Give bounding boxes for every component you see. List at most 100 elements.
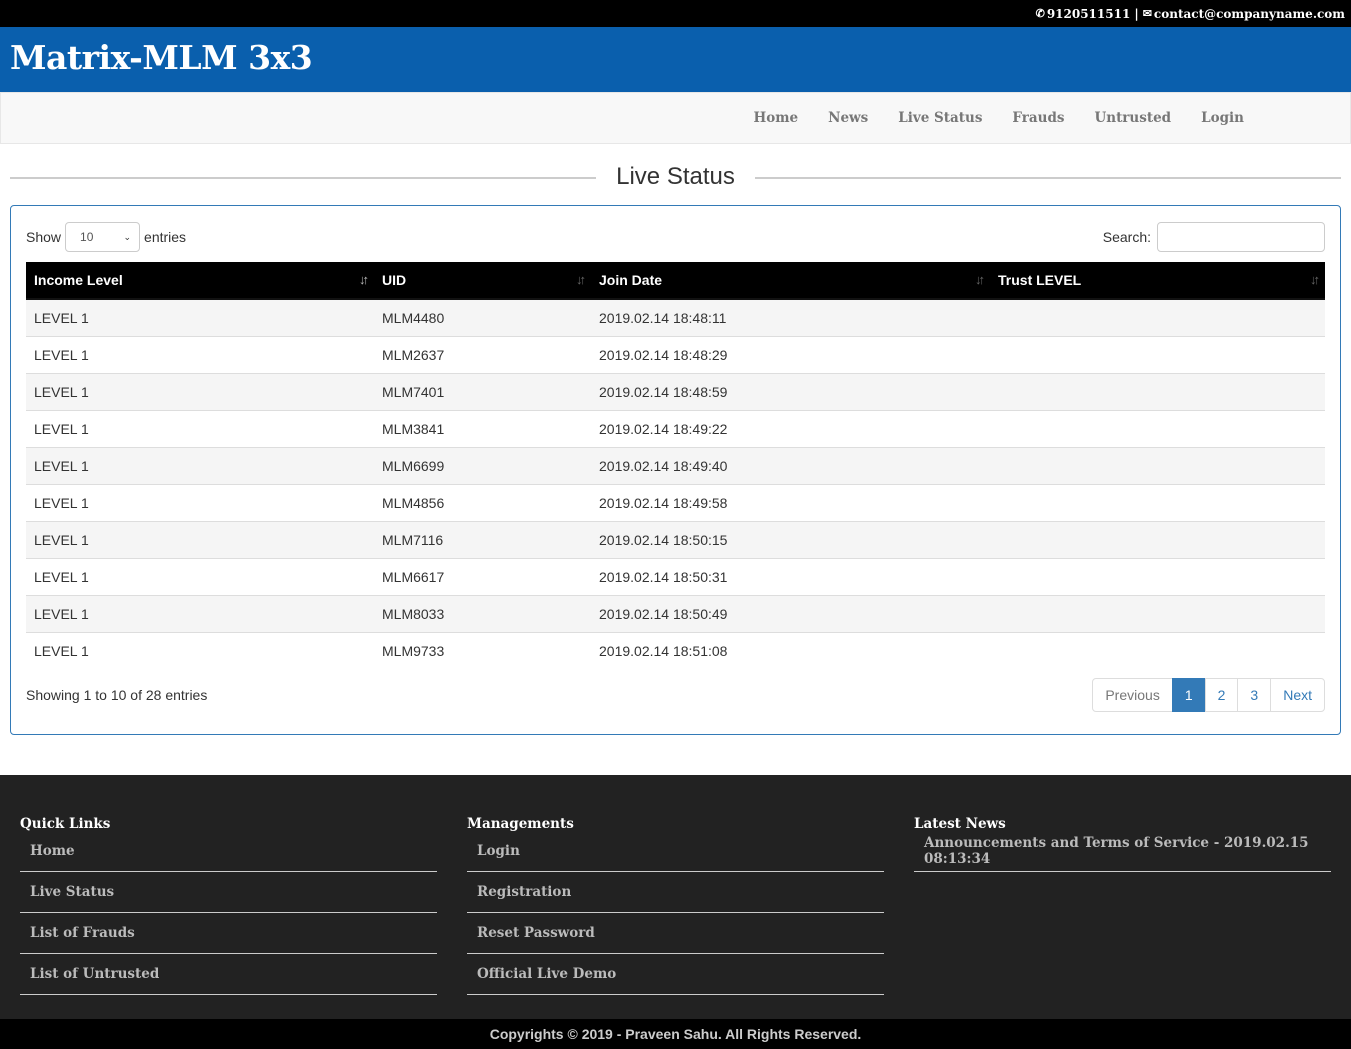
cell-join-date: 2019.02.14 18:50:31: [591, 557, 990, 595]
table-row: LEVEL 1 MLM9733 2019.02.14 18:51:08: [26, 631, 1325, 669]
cell-income-level: LEVEL 1: [26, 409, 374, 447]
footer-link-live-status[interactable]: Live Status: [20, 872, 437, 913]
pagination-page-2[interactable]: 2: [1204, 678, 1239, 712]
column-header-join-date[interactable]: Join Date ↓↑: [591, 262, 990, 300]
footer-link-reset-password[interactable]: Reset Password: [467, 913, 884, 954]
cell-uid: MLM7116: [374, 520, 591, 558]
column-header-label: Trust LEVEL: [998, 272, 1082, 288]
envelope-icon: ✉: [1142, 7, 1152, 20]
contact-separator: |: [1134, 6, 1139, 21]
footer-quick-links: Quick Links Home Live Status List of Fra…: [20, 816, 437, 995]
cell-trust-level: [990, 594, 1325, 632]
cell-trust-level: [990, 298, 1325, 336]
nav-login[interactable]: Login: [1201, 110, 1244, 126]
cell-join-date: 2019.02.14 18:48:59: [591, 372, 990, 410]
cell-income-level: LEVEL 1: [26, 446, 374, 484]
cell-income-level: LEVEL 1: [26, 483, 374, 521]
contact-email[interactable]: contact@companyname.com: [1154, 7, 1345, 21]
nav-untrusted[interactable]: Untrusted: [1094, 110, 1171, 126]
table-row: LEVEL 1 MLM7116 2019.02.14 18:50:15: [26, 520, 1325, 558]
entries-select-value: 10: [80, 230, 94, 244]
nav-news[interactable]: News: [828, 110, 868, 126]
cell-income-level: LEVEL 1: [26, 631, 374, 669]
cell-trust-level: [990, 483, 1325, 521]
cell-income-level: LEVEL 1: [26, 298, 374, 336]
column-header-uid[interactable]: UID ↓↑: [374, 262, 591, 300]
page-heading: Live Status: [10, 160, 1341, 196]
contact-phone: 9120511511: [1046, 6, 1131, 21]
cell-uid: MLM8033: [374, 594, 591, 632]
cell-uid: MLM6699: [374, 446, 591, 484]
table-row: LEVEL 1 MLM7401 2019.02.14 18:48:59: [26, 372, 1325, 410]
table-info: Showing 1 to 10 of 28 entries: [26, 687, 208, 703]
sort-icon: ↓↑: [576, 272, 586, 287]
heading-divider-right: [755, 177, 1341, 179]
cell-uid: MLM6617: [374, 557, 591, 595]
site-footer: Quick Links Home Live Status List of Fra…: [0, 775, 1351, 1019]
cell-join-date: 2019.02.14 18:50:49: [591, 594, 990, 632]
entries-select[interactable]: 10 ⌄: [65, 222, 141, 252]
cell-join-date: 2019.02.14 18:49:22: [591, 409, 990, 447]
cell-trust-level: [990, 409, 1325, 447]
column-header-label: Join Date: [599, 272, 663, 288]
pagination-previous[interactable]: Previous: [1092, 678, 1173, 712]
nav-home[interactable]: Home: [753, 110, 798, 126]
table-row: LEVEL 1 MLM6699 2019.02.14 18:49:40: [26, 446, 1325, 484]
pagination-page-3[interactable]: 3: [1237, 678, 1272, 712]
cell-uid: MLM2637: [374, 335, 591, 373]
brand-header: Matrix-MLM 3x3: [0, 27, 1351, 92]
cell-join-date: 2019.02.14 18:51:08: [591, 631, 990, 669]
nav-frauds[interactable]: Frauds: [1012, 110, 1064, 126]
cell-join-date: 2019.02.14 18:49:40: [591, 446, 990, 484]
show-label: Show: [26, 229, 62, 245]
cell-trust-level: [990, 372, 1325, 410]
footer-link-registration[interactable]: Registration: [467, 872, 884, 913]
main-navbar: Home News Live Status Frauds Untrusted L…: [0, 92, 1351, 144]
pagination-next[interactable]: Next: [1270, 678, 1325, 712]
live-status-table: Income Level ↓↑ UID ↓↑ Join Date ↓↑ Trust L…: [26, 262, 1325, 669]
column-header-trust-level[interactable]: Trust LEVEL ↓↑: [990, 262, 1325, 300]
footer-link-login[interactable]: Login: [467, 831, 884, 872]
footer-news-item[interactable]: Announcements and Terms of Service - 201…: [914, 831, 1331, 872]
search-control: Search:: [1103, 222, 1325, 252]
footer-managements: Managements Login Registration Reset Pas…: [467, 816, 884, 995]
cell-join-date: 2019.02.14 18:48:29: [591, 335, 990, 373]
table-row: LEVEL 1 MLM4480 2019.02.14 18:48:11: [26, 298, 1325, 336]
cell-trust-level: [990, 557, 1325, 595]
phone-icon: ✆: [1035, 7, 1045, 20]
sort-ascending-icon: ↓↑: [359, 272, 369, 287]
cell-income-level: LEVEL 1: [26, 520, 374, 558]
footer-link-home[interactable]: Home: [20, 831, 437, 872]
cell-trust-level: [990, 446, 1325, 484]
footer-link-list-of-frauds[interactable]: List of Frauds: [20, 913, 437, 954]
search-input[interactable]: [1157, 222, 1325, 252]
chevron-down-icon: ⌄: [123, 231, 132, 242]
cell-uid: MLM4480: [374, 298, 591, 336]
cell-income-level: LEVEL 1: [26, 594, 374, 632]
sort-icon: ↓↑: [1310, 272, 1320, 287]
footer-link-list-of-untrusted[interactable]: List of Untrusted: [20, 954, 437, 995]
cell-trust-level: [990, 335, 1325, 373]
cell-uid: MLM3841: [374, 409, 591, 447]
cell-join-date: 2019.02.14 18:48:11: [591, 298, 990, 336]
column-header-income-level[interactable]: Income Level ↓↑: [26, 262, 374, 300]
cell-trust-level: [990, 520, 1325, 558]
cell-uid: MLM7401: [374, 372, 591, 410]
table-row: LEVEL 1 MLM6617 2019.02.14 18:50:31: [26, 557, 1325, 595]
cell-uid: MLM9733: [374, 631, 591, 669]
table-row: LEVEL 1 MLM8033 2019.02.14 18:50:49: [26, 594, 1325, 632]
cell-trust-level: [990, 631, 1325, 669]
pagination-page-1[interactable]: 1: [1171, 678, 1206, 712]
entries-length-control: Show 10 ⌄ entries: [26, 222, 186, 252]
nav-live-status[interactable]: Live Status: [898, 110, 982, 126]
cell-income-level: LEVEL 1: [26, 335, 374, 373]
table-row: LEVEL 1 MLM3841 2019.02.14 18:49:22: [26, 409, 1325, 447]
cell-income-level: LEVEL 1: [26, 372, 374, 410]
cell-income-level: LEVEL 1: [26, 557, 374, 595]
footer-latest-news: Latest News Announcements and Terms of S…: [914, 816, 1331, 872]
cell-join-date: 2019.02.14 18:50:15: [591, 520, 990, 558]
footer-link-official-live-demo[interactable]: Official Live Demo: [467, 954, 884, 995]
column-header-label: UID: [382, 272, 407, 288]
column-header-label: Income Level: [34, 272, 123, 288]
site-title[interactable]: Matrix-MLM 3x3: [10, 38, 313, 77]
